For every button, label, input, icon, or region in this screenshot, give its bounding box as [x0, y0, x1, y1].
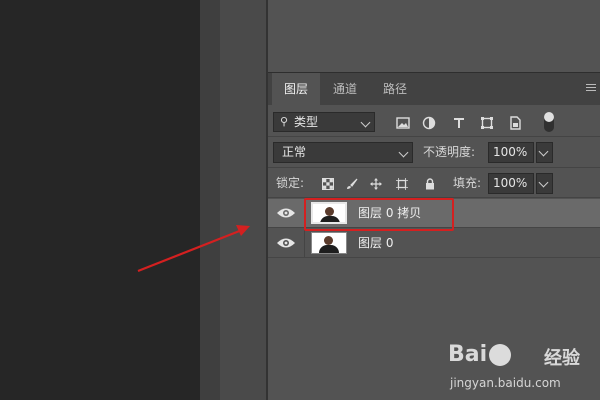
lock-transparent-pixels-icon[interactable] [322, 178, 334, 190]
tab-layers[interactable]: 图层 [272, 73, 320, 105]
blend-mode-value: 正常 [282, 145, 307, 159]
lock-position-icon[interactable] [370, 178, 382, 190]
watermark-logo: Bai [448, 342, 513, 367]
filter-toggle[interactable] [544, 112, 554, 132]
paw-icon [489, 344, 512, 366]
layer-row-base[interactable]: 图层 0 [268, 229, 600, 258]
fill-label: 填充: [453, 176, 482, 190]
lock-image-pixels-icon[interactable] [346, 178, 358, 190]
chevron-down-icon [360, 117, 371, 128]
tab-paths[interactable]: 路径 [372, 73, 418, 105]
fill-dropdown-button[interactable] [536, 173, 553, 194]
adjustment-layer-filter-icon[interactable] [422, 116, 436, 130]
watermark-brand: Bai [448, 342, 488, 367]
panel-tab-bar: 图层 通道 路径 [268, 72, 600, 105]
chevron-down-icon [398, 147, 409, 158]
opacity-label: 不透明度: [423, 145, 476, 159]
blend-mode-select[interactable]: 正常 [273, 142, 413, 163]
collapsed-panel-column [220, 0, 266, 400]
annotation-highlight-box [304, 198, 454, 231]
shape-layer-filter-icon[interactable] [480, 116, 494, 130]
smart-object-filter-icon[interactable] [508, 116, 522, 130]
layer-row-divider [304, 229, 305, 257]
upper-panel-area [268, 0, 600, 72]
lock-label: 锁定: [276, 176, 305, 190]
document-canvas[interactable] [0, 0, 200, 400]
lock-artboard-icon[interactable] [396, 178, 408, 190]
layer-name[interactable]: 图层 0 [358, 229, 393, 257]
chevron-down-icon [538, 177, 549, 188]
eye-icon[interactable] [276, 207, 296, 219]
blend-opacity-row: 正常 不透明度: 100% [268, 139, 600, 168]
fill-input[interactable]: 100% [488, 173, 534, 194]
watermark-brand-tail: 经验 [544, 348, 580, 369]
opacity-dropdown-button[interactable] [536, 142, 553, 163]
layer-filter-row: ⚲ 类型 [268, 108, 600, 137]
filter-kind-label: 类型 [294, 115, 319, 129]
pixel-layer-filter-icon[interactable] [396, 116, 410, 130]
opacity-input[interactable]: 100% [488, 142, 534, 163]
tab-channels[interactable]: 通道 [322, 73, 368, 105]
type-layer-filter-icon[interactable] [452, 116, 466, 130]
baidu-jingyan-watermark: Bai 经验 jingyan.baidu.com [448, 336, 598, 398]
search-icon: ⚲ [280, 115, 289, 128]
thumbnail-portrait [324, 236, 333, 245]
panel-menu-icon[interactable] [586, 84, 596, 94]
eye-icon[interactable] [276, 237, 296, 249]
lock-all-icon[interactable] [424, 178, 436, 190]
watermark-url: jingyan.baidu.com [450, 376, 561, 390]
chevron-down-icon [538, 146, 549, 157]
layer-thumbnail[interactable] [311, 232, 347, 254]
canvas-gutter [200, 0, 220, 400]
lock-fill-row: 锁定: 填充: 100% [268, 169, 600, 198]
filter-kind-select[interactable]: ⚲ 类型 [273, 112, 375, 132]
